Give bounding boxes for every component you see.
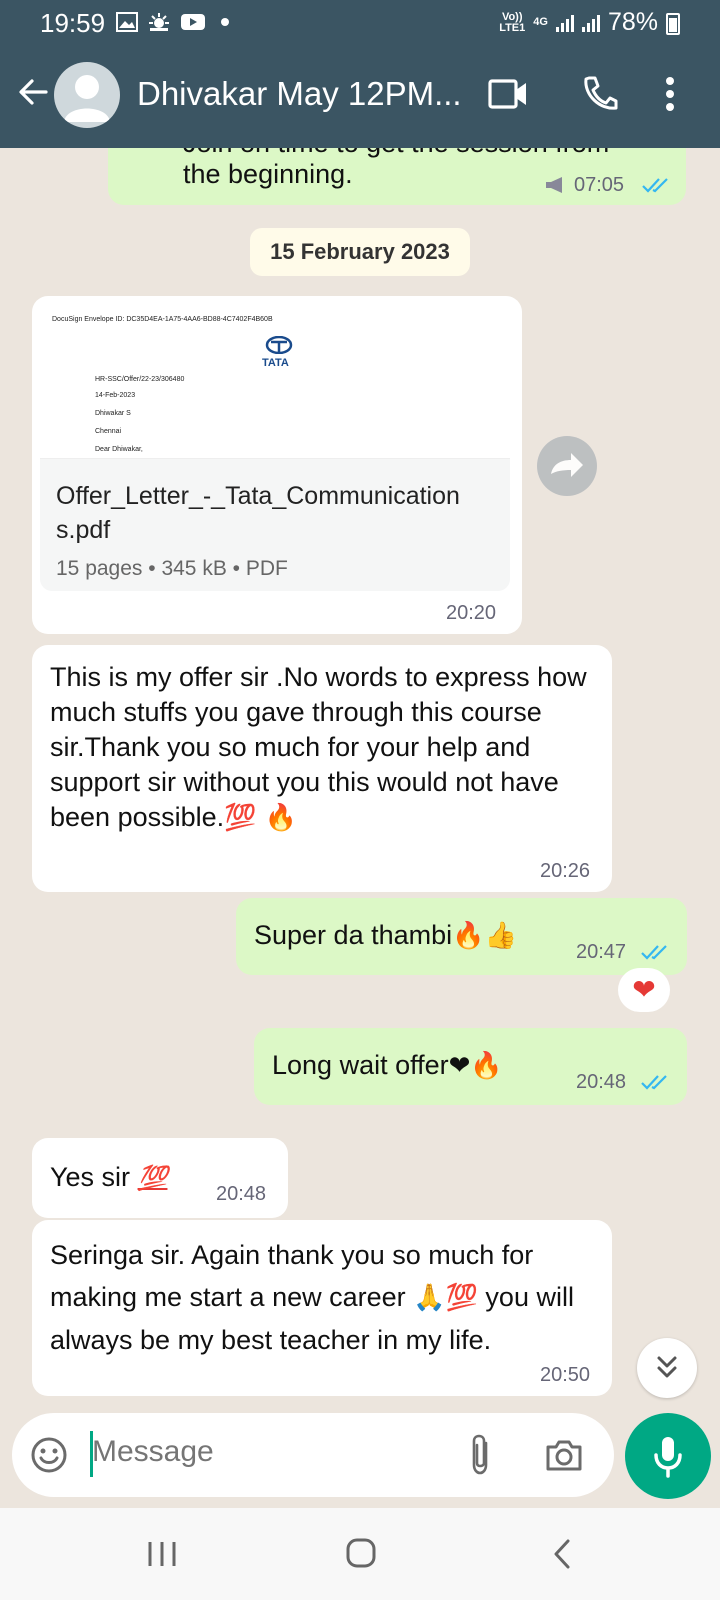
read-ticks-icon <box>642 178 668 193</box>
message-time: 07:05 <box>574 174 625 196</box>
document-pages: 15 pages <box>56 557 143 580</box>
message-body: Yes sir <box>50 1162 131 1192</box>
chat-area[interactable]: Join on time to get the session from the… <box>0 148 720 1413</box>
document-details: 15 pages • 345 kB • PDF <box>56 557 288 580</box>
read-ticks-icon <box>641 945 667 960</box>
message-time: 20:47 <box>576 941 627 963</box>
message-emojis: 🔥👍 <box>452 921 517 951</box>
message-reaction[interactable]: ❤ <box>618 968 670 1012</box>
message-emojis: 🙏💯 <box>413 1283 478 1313</box>
volte-indicator: Vo)) LTE1 <box>499 10 526 34</box>
message-emojis: ❤🔥 <box>448 1051 503 1081</box>
message-emojis: 💯 🔥 <box>224 803 298 833</box>
doc-greeting: Dear Dhiwakar, <box>95 446 143 453</box>
emoji-icon[interactable] <box>30 1436 68 1474</box>
doc-city: Chennai <box>95 428 122 435</box>
doc-date: 14-Feb-2023 <box>95 392 136 399</box>
message-bubble-outgoing[interactable]: Long wait offer❤🔥 20:48 <box>254 1028 687 1105</box>
message-text: Super da thambi🔥👍 <box>254 918 517 954</box>
document-message[interactable]: DocuSign Envelope ID: DC35D4EA-1A75-4AA6… <box>32 296 522 634</box>
home-icon[interactable] <box>345 1537 377 1569</box>
scroll-down-icon <box>657 1356 677 1378</box>
hundred-emoji: 💯 <box>137 1165 168 1192</box>
youtube-icon <box>181 14 205 30</box>
share-button[interactable] <box>537 436 597 496</box>
tata-logo-text: TATA <box>262 357 289 369</box>
message-time: 20:26 <box>540 860 591 882</box>
contact-name[interactable]: Dhivakar May 12PM... <box>137 75 462 113</box>
status-right: Vo)) LTE1 4G 78% <box>499 8 672 37</box>
camera-icon[interactable] <box>544 1437 584 1473</box>
doc-ref: HR-SSC/Offer/22-23/306480 <box>95 376 185 383</box>
message-time: 20:48 <box>216 1183 267 1205</box>
message-bubble-incoming[interactable]: This is my offer sir .No words to expres… <box>32 645 612 892</box>
scroll-to-bottom-button[interactable] <box>637 1338 697 1398</box>
phone-icon[interactable] <box>580 75 618 113</box>
document-type: PDF <box>245 557 288 580</box>
status-time: 19:59 <box>40 8 106 38</box>
message-bubble-incoming[interactable]: Yes sir 💯 20:48 <box>32 1138 288 1218</box>
notification-dot <box>221 18 229 26</box>
message-text: This is my offer sir .No words to expres… <box>50 660 590 836</box>
back-arrow-icon[interactable] <box>16 75 50 109</box>
message-body: Long wait offer <box>272 1050 449 1080</box>
message-time: 20:20 <box>446 602 497 624</box>
message-body: Super da thambi <box>254 920 453 950</box>
share-icon <box>551 453 583 477</box>
avatar-placeholder-icon <box>64 75 110 122</box>
document-info[interactable]: Offer_Letter_-_Tata_Communications.pdf 1… <box>40 459 510 591</box>
document-preview[interactable]: DocuSign Envelope ID: DC35D4EA-1A75-4AA6… <box>40 304 510 459</box>
message-body: This is my offer sir .No words to expres… <box>50 662 587 832</box>
gallery-icon <box>116 12 138 32</box>
signal-icon <box>555 14 574 32</box>
message-text: Yes sir 💯 <box>50 1160 167 1196</box>
message-bubble-outgoing[interactable]: Join on time to get the session from the… <box>108 148 686 205</box>
tata-logo-icon <box>265 336 293 354</box>
message-bubble-incoming[interactable]: Seringa sir. Again thank you so much for… <box>32 1220 612 1396</box>
message-time: 20:48 <box>576 1071 627 1093</box>
recent-apps-icon[interactable] <box>147 1540 177 1568</box>
status-notification-icons <box>116 11 229 33</box>
chat-header: Dhivakar May 12PM... <box>0 45 720 148</box>
message-text: Long wait offer❤🔥 <box>272 1048 503 1084</box>
message-composer[interactable] <box>12 1413 614 1497</box>
attach-icon[interactable] <box>467 1433 493 1477</box>
network-gen: 4G <box>533 16 548 28</box>
video-call-icon[interactable] <box>488 77 528 111</box>
mic-button[interactable] <box>625 1413 711 1499</box>
message-text: Seringa sir. Again thank you so much for… <box>50 1234 602 1361</box>
status-bar: 19:59 Vo)) LTE1 4G 78% <box>0 0 720 45</box>
message-time: 20:50 <box>540 1364 591 1386</box>
battery-icon <box>666 13 680 35</box>
weather-icon <box>149 13 169 31</box>
battery-percent: 78% <box>607 8 658 36</box>
system-nav-bar <box>0 1508 720 1600</box>
mic-icon <box>654 1437 682 1478</box>
document-size: 345 kB <box>161 557 227 580</box>
megaphone-icon <box>546 177 562 193</box>
doc-recipient: Dhiwakar S <box>95 410 131 417</box>
docusign-envelope-id: DocuSign Envelope ID: DC35D4EA-1A75-4AA6… <box>52 316 273 323</box>
signal-icon-2 <box>581 14 600 32</box>
date-chip: 15 February 2023 <box>250 228 470 276</box>
message-text-line2: the beginning. <box>183 159 353 189</box>
back-nav-icon[interactable] <box>552 1538 572 1570</box>
message-bubble-outgoing[interactable]: Super da thambi🔥👍 20:47 <box>236 898 687 975</box>
message-input[interactable] <box>92 1435 452 1469</box>
avatar[interactable] <box>54 62 120 128</box>
read-ticks-icon <box>641 1075 667 1090</box>
more-vert-icon[interactable] <box>665 75 675 113</box>
document-file-name: Offer_Letter_-_Tata_Communications.pdf <box>56 482 460 544</box>
